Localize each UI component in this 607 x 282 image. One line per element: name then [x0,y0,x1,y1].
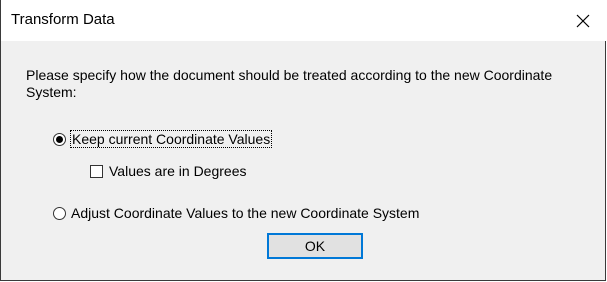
transform-data-dialog: Transform Data Please specify how the do… [0,0,606,281]
degrees-label[interactable]: Values are in Degrees [109,163,246,179]
close-button[interactable] [560,0,606,41]
adjust-values-radio[interactable] [53,206,66,220]
adjust-values-option[interactable]: Adjust Coordinate Values to the new Coor… [53,205,419,221]
degrees-checkbox[interactable] [90,164,103,178]
keep-values-radio[interactable] [53,132,66,146]
close-icon [576,14,590,28]
keep-values-option[interactable]: Keep current Coordinate Values [53,130,273,148]
title-bar: Transform Data [1,0,606,41]
adjust-values-label[interactable]: Adjust Coordinate Values to the new Coor… [71,205,419,221]
dialog-title: Transform Data [11,11,115,28]
keep-values-label[interactable]: Keep current Coordinate Values [69,130,273,148]
ok-button[interactable]: OK [267,233,363,259]
instruction-text: Please specify how the document should b… [26,67,553,100]
degrees-option[interactable]: Values are in Degrees [90,163,246,179]
